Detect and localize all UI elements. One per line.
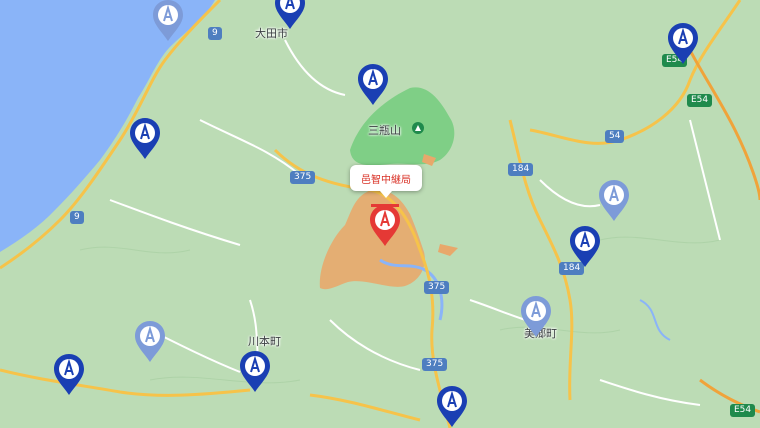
antenna-icon	[130, 118, 160, 159]
antenna-icon	[275, 0, 305, 29]
antenna-icon	[54, 354, 84, 395]
map-pin[interactable]	[51, 352, 87, 396]
selected-map-pin[interactable]	[367, 203, 403, 247]
place-label-kawamoto: 川本町	[248, 335, 281, 348]
map-pin[interactable]	[132, 319, 168, 363]
map-pin[interactable]	[237, 349, 273, 393]
map-pin[interactable]	[434, 384, 470, 428]
road-shield-54: 54	[605, 130, 625, 143]
antenna-icon	[599, 180, 629, 221]
road-shield-375: 375	[290, 171, 316, 184]
road-shield-184: 184	[508, 163, 534, 176]
antenna-icon	[570, 226, 600, 267]
road-shield-375: 375	[424, 281, 450, 294]
antenna-icon	[668, 23, 698, 64]
road-shield-e54: E54	[730, 404, 756, 417]
road-shield-9: 9	[208, 27, 222, 40]
map-pin[interactable]	[150, 0, 186, 42]
road-shield-375: 375	[422, 358, 448, 371]
map-pin[interactable]	[596, 178, 632, 222]
antenna-icon	[135, 321, 165, 362]
road-shield-e54: E54	[687, 94, 713, 107]
antenna-icon	[437, 386, 467, 427]
antenna-icon	[370, 205, 400, 246]
road-shield-9: 9	[70, 211, 84, 224]
antenna-icon	[521, 296, 551, 337]
map-pin[interactable]	[355, 62, 391, 106]
selected-pin-crossbar	[371, 204, 399, 207]
map-pin[interactable]	[665, 21, 701, 65]
selected-station-callout[interactable]: 邑智中継局	[350, 165, 422, 198]
antenna-icon	[358, 64, 388, 105]
place-label-sanbe: 三瓶山	[368, 124, 401, 137]
map-pin[interactable]	[127, 116, 163, 160]
selected-station-label: 邑智中継局	[361, 174, 411, 186]
map-pin[interactable]	[518, 294, 554, 338]
map-pin[interactable]	[272, 0, 308, 30]
antenna-icon	[240, 351, 270, 392]
antenna-icon	[153, 0, 183, 41]
map-pin[interactable]	[567, 224, 603, 268]
